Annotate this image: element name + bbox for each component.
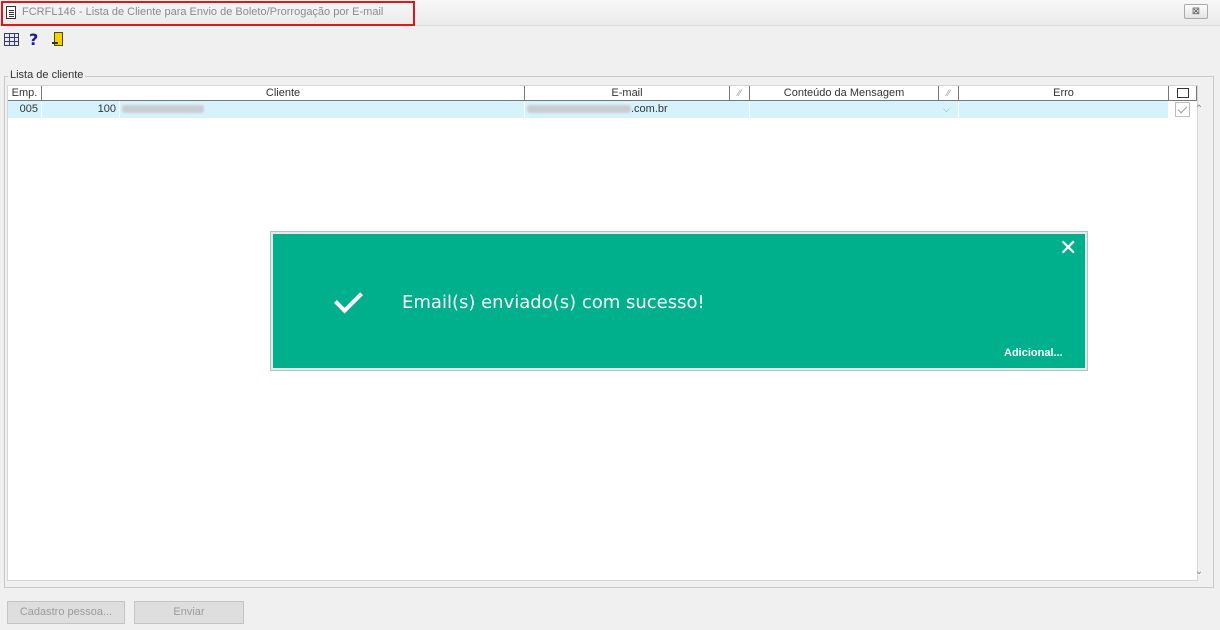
cell-conteudo[interactable]	[750, 101, 959, 118]
close-icon[interactable]: ✕	[1059, 238, 1077, 260]
group-title: Lista de cliente	[8, 69, 86, 81]
column-header-cliente[interactable]: Cliente	[42, 86, 525, 101]
grid-icon[interactable]	[4, 33, 19, 46]
redacted-name	[122, 105, 204, 114]
email-sort-icon[interactable]: ⁄⁄	[730, 86, 750, 101]
conteudo-sort-icon[interactable]: ⁄⁄	[939, 86, 959, 101]
cell-cliente-nome	[120, 101, 525, 118]
enviar-button[interactable]: Enviar	[134, 601, 244, 624]
title-bar: FCRFL146 - Lista de Cliente para Envio d…	[0, 0, 1220, 26]
help-icon[interactable]: ?	[29, 30, 38, 49]
additional-link[interactable]: Adicional...	[1004, 347, 1063, 359]
cadastro-pessoa-button[interactable]: Cadastro pessoa...	[7, 601, 125, 624]
email-suffix: .com.br	[631, 103, 668, 115]
cell-email: .com.br	[525, 101, 750, 118]
column-header-erro[interactable]: Erro	[959, 86, 1169, 101]
select-all-checkbox[interactable]	[1177, 88, 1189, 98]
chevron-down-icon[interactable]: ⌵	[943, 104, 950, 115]
notification-message: Email(s) enviado(s) com sucesso!	[402, 292, 705, 313]
success-notification: Email(s) enviado(s) com sucesso! ✕ Adici…	[271, 232, 1087, 370]
redacted-email	[527, 105, 631, 114]
checkmark-icon	[331, 286, 363, 316]
cell-erro	[959, 101, 1169, 118]
window-close-button[interactable]: ⊠	[1184, 4, 1208, 19]
scroll-up-icon[interactable]: ⌃	[1193, 105, 1205, 115]
column-header-emp[interactable]: Emp.	[8, 86, 42, 101]
column-header-conteudo[interactable]: Conteúdo da Mensagem	[750, 86, 939, 101]
table-row[interactable]: 005 100 .com.br	[8, 101, 1169, 118]
scroll-down-icon[interactable]: ⌄	[1193, 566, 1205, 578]
column-header-email[interactable]: E-mail	[525, 86, 730, 101]
cell-cliente-codigo: 100	[42, 101, 120, 118]
cell-emp: 005	[8, 101, 42, 118]
exit-icon[interactable]	[52, 32, 64, 47]
title-highlight-box	[1, 1, 415, 26]
toolbar: ?	[0, 27, 1220, 53]
row-select-checkbox[interactable]	[1175, 102, 1190, 117]
